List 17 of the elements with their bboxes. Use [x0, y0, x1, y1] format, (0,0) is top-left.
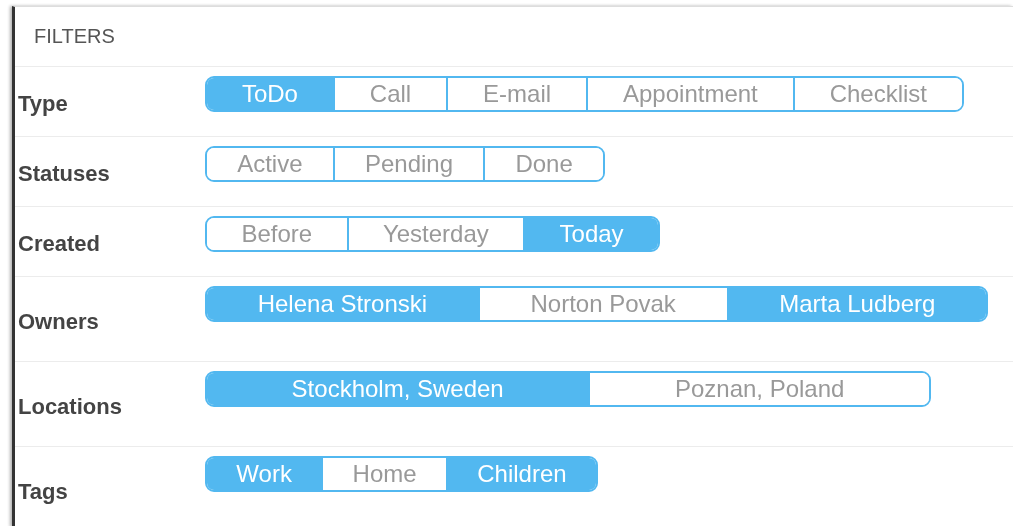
- section-title: FILTERS: [34, 25, 115, 48]
- filter-label: Locations: [17, 394, 123, 420]
- segment-option[interactable]: Work: [207, 458, 322, 490]
- segment-option[interactable]: Poznan, Poland: [588, 373, 929, 405]
- segment-option[interactable]: Children: [445, 458, 596, 490]
- segment-option[interactable]: Marta Ludberg: [726, 288, 986, 320]
- segment-option[interactable]: Helena Stronski: [207, 288, 478, 320]
- segment-option[interactable]: Done: [483, 148, 603, 180]
- filter-label: Tags: [17, 479, 69, 505]
- filter-label: Owners: [17, 309, 100, 335]
- filter-label: Type: [17, 91, 69, 117]
- filter-label: Statuses: [17, 161, 111, 187]
- segment-option[interactable]: Today: [523, 218, 658, 250]
- filter-label: Created: [17, 231, 101, 257]
- segment-option[interactable]: ToDo: [207, 78, 333, 110]
- segment-option[interactable]: Checklist: [792, 78, 962, 110]
- segment-option[interactable]: Stockholm, Sweden: [207, 373, 589, 405]
